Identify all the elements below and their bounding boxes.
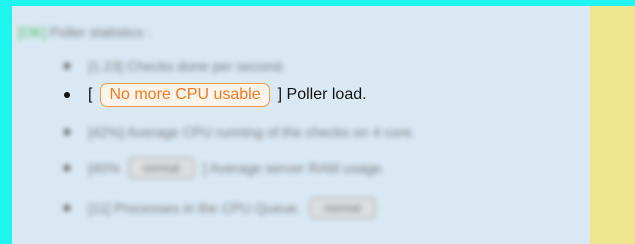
cpu-queue-badge: normal bbox=[308, 197, 376, 219]
bullet-icon bbox=[64, 92, 70, 98]
ram-usage-badge: normal bbox=[127, 157, 195, 179]
list-item-cpu-running: [42%] Average CPU running of the checks … bbox=[64, 124, 415, 140]
bullet-icon bbox=[64, 205, 70, 211]
bullet-icon bbox=[64, 129, 70, 135]
ram-usage-prefix: [40% bbox=[88, 160, 120, 176]
list-item-checks-per-second: [1.23] Checks done per second. bbox=[64, 58, 286, 74]
checks-per-second-text: [1.23] Checks done per second. bbox=[88, 58, 286, 74]
poller-load-prefix: [ bbox=[88, 86, 93, 103]
side-panel bbox=[590, 6, 635, 244]
status-tag: [OK] bbox=[18, 24, 47, 40]
list-item-cpu-queue: [11] Processes in the CPU Queue. normal bbox=[64, 197, 384, 219]
cpu-running-text: [42%] Average CPU running of the checks … bbox=[88, 124, 416, 140]
heading-text: Poller statistics : bbox=[49, 24, 152, 40]
cpu-queue-text: [11] Processes in the CPU Queue. bbox=[88, 200, 301, 216]
bullet-icon bbox=[64, 165, 70, 171]
poller-load-suffix: ] Poller load. bbox=[277, 86, 367, 103]
bullet-icon bbox=[64, 63, 70, 69]
poller-load-badge: No more CPU usable bbox=[100, 83, 270, 107]
list-item-poller-load: [ No more CPU usable ] Poller load. bbox=[64, 83, 367, 107]
poller-statistics-heading: [OK] Poller statistics : bbox=[18, 24, 151, 40]
ram-usage-suffix: ] Average server RAM usage. bbox=[202, 160, 386, 176]
list-item-ram-usage: [40% normal ] Average server RAM usage. bbox=[64, 157, 385, 179]
